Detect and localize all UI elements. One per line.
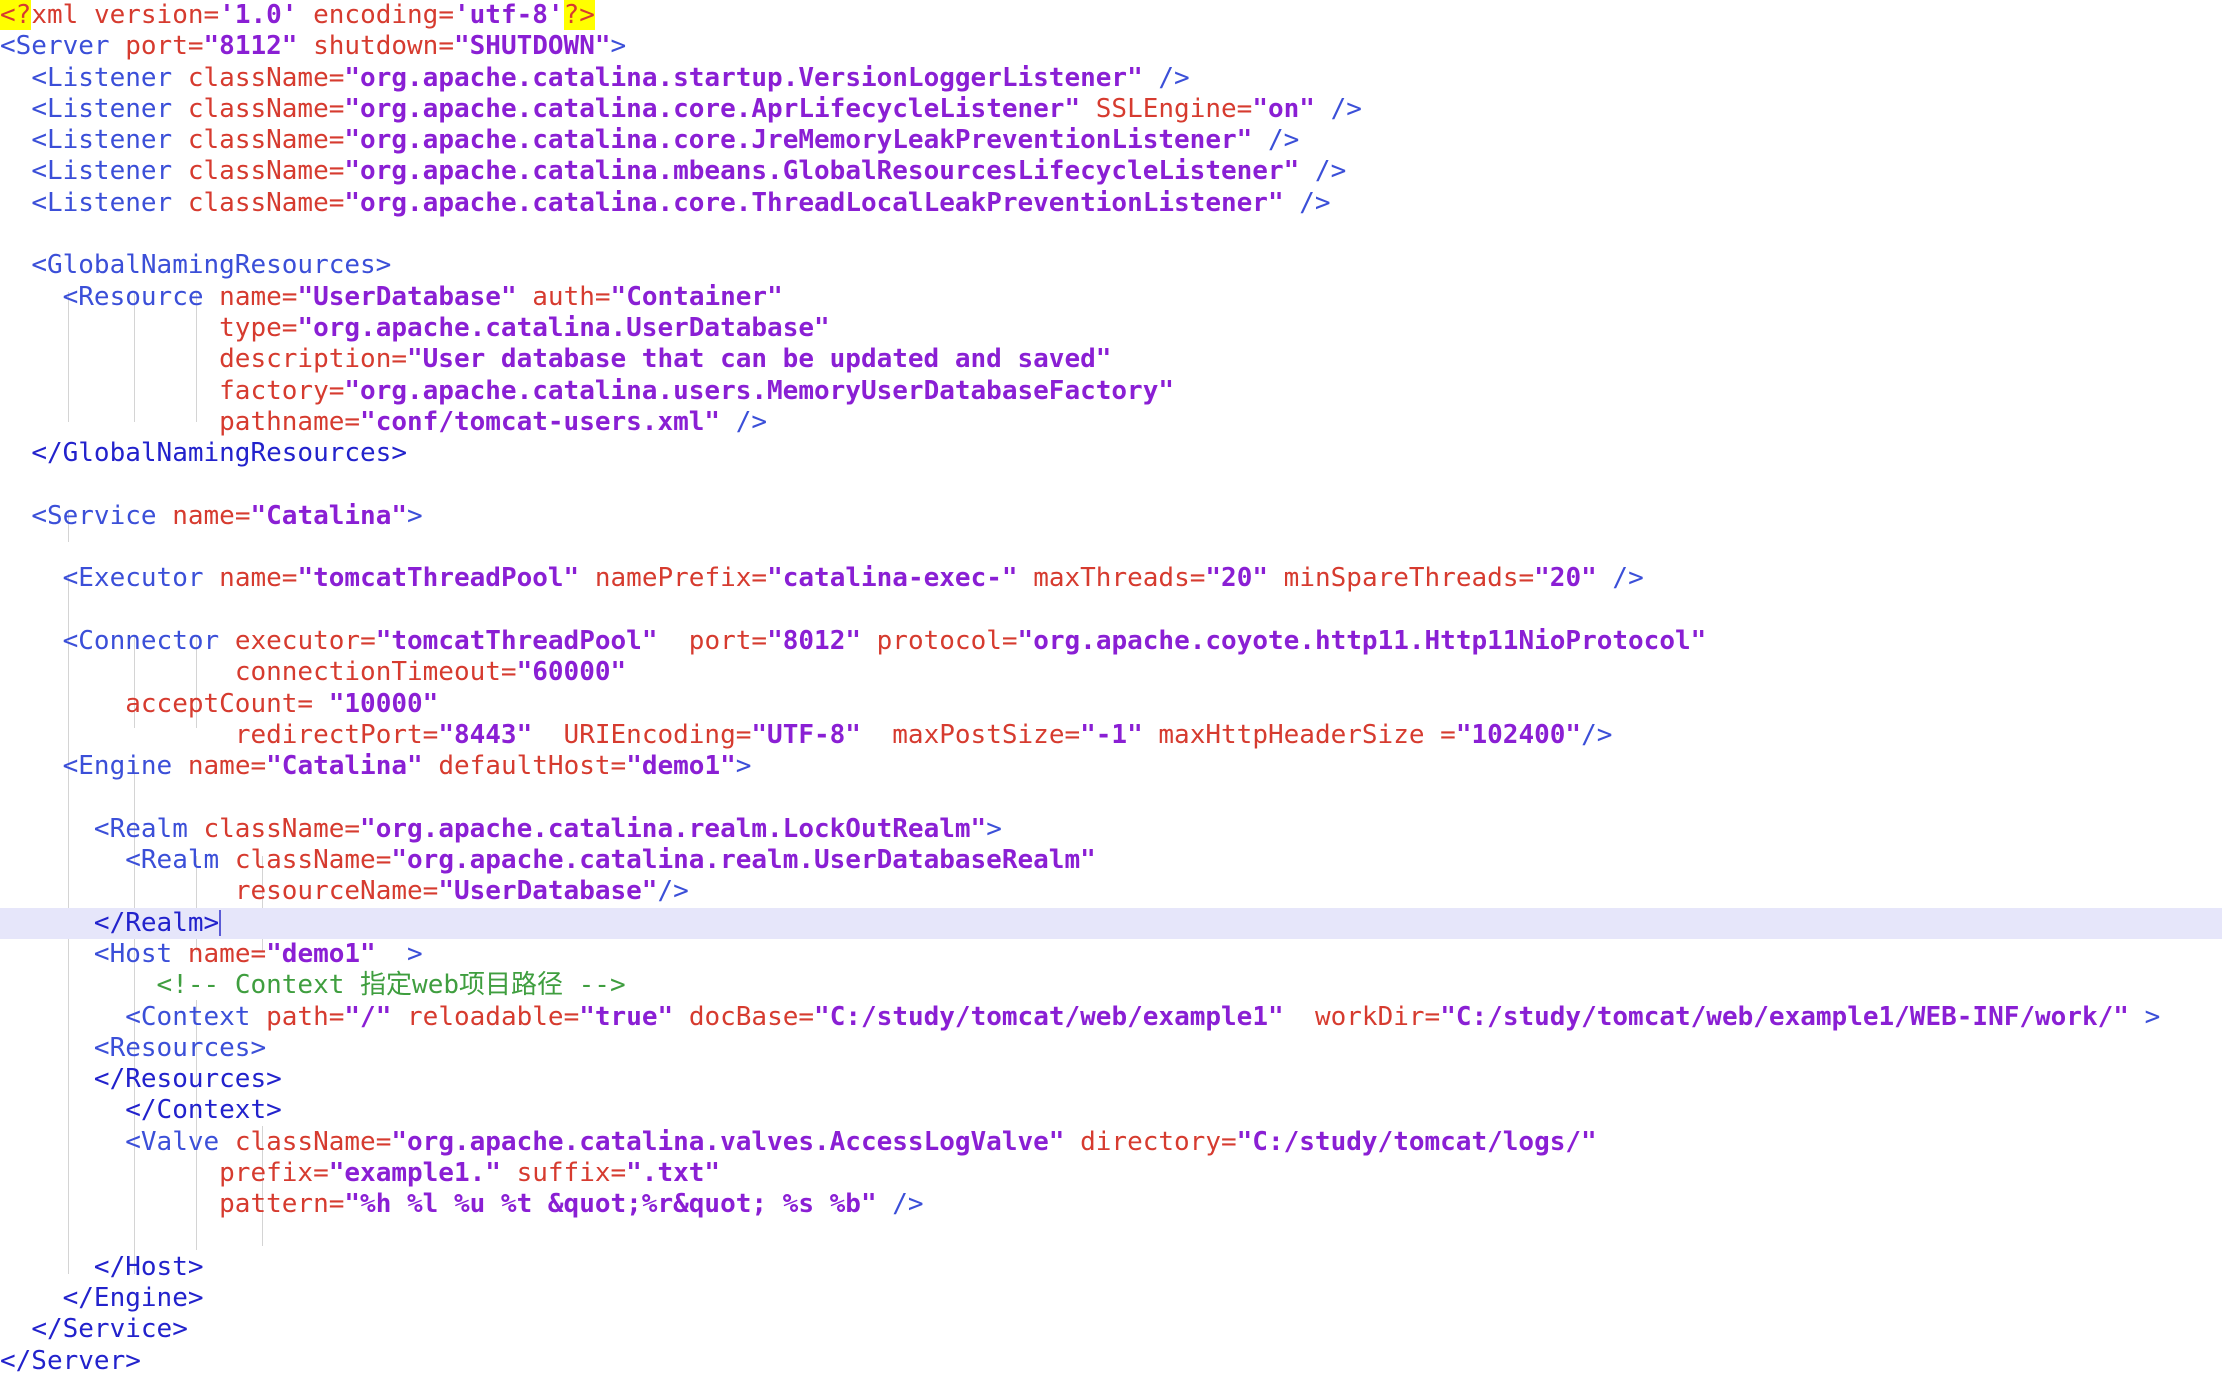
code-line-8[interactable]: <GlobalNamingResources>	[0, 250, 2222, 281]
code-line-17[interactable]	[0, 532, 2222, 563]
code-line-23[interactable]: redirectPort="8443" URIEncoding="UTF-8" …	[0, 720, 2222, 751]
code-line-7[interactable]	[0, 219, 2222, 250]
code-line-11[interactable]: description="User database that can be u…	[0, 344, 2222, 375]
code-line-text: <Realm className="org.apache.catalina.re…	[93, 813, 1002, 844]
code-line-14[interactable]: </GlobalNamingResources>	[0, 438, 2222, 469]
code-line-39[interactable]	[0, 1221, 2222, 1252]
code-line-text: </Context>	[125, 1095, 282, 1126]
code-line-29[interactable]: </Realm>	[0, 907, 2222, 939]
code-line-text: </Engine>	[62, 1283, 204, 1314]
code-line-text: redirectPort="8443" URIEncoding="UTF-8" …	[234, 719, 1613, 750]
code-line-text: </Realm>	[93, 907, 220, 938]
code-line-text: <Listener className="org.apache.catalina…	[31, 156, 1347, 187]
code-line-text: <Server port="8112" shutdown="SHUTDOWN">	[0, 31, 627, 62]
code-line-text: connectionTimeout="60000"	[234, 657, 627, 688]
code-line-33[interactable]: <Resources>	[0, 1033, 2222, 1064]
code-line-text: pathname="conf/tomcat-users.xml" />	[219, 406, 768, 437]
code-line-26[interactable]: <Realm className="org.apache.catalina.re…	[0, 814, 2222, 845]
code-line-text: <!-- Context 指定web项目路径 -->	[156, 970, 626, 1001]
code-line-42[interactable]: </Service>	[0, 1314, 2222, 1345]
code-line-22[interactable]: acceptCount= "10000"	[0, 689, 2222, 720]
code-line-37[interactable]: prefix="example1." suffix=".txt"	[0, 1158, 2222, 1189]
code-line-text: type="org.apache.catalina.UserDatabase"	[219, 312, 830, 343]
code-line-text: </Host>	[93, 1251, 204, 1282]
code-line-text: <Listener className="org.apache.catalina…	[31, 125, 1300, 156]
code-line-text: <Context path="/" reloadable="true" docB…	[125, 1001, 2161, 1032]
code-line-12[interactable]: factory="org.apache.catalina.users.Memor…	[0, 376, 2222, 407]
code-line-15[interactable]	[0, 469, 2222, 500]
code-line-text: </GlobalNamingResources>	[31, 438, 407, 469]
code-line-text: pattern="%h %l %u %t &quot;%r&quot; %s %…	[219, 1189, 924, 1220]
code-line-16[interactable]: <Service name="Catalina">	[0, 501, 2222, 532]
code-line-text: description="User database that can be u…	[219, 344, 1112, 375]
code-line-text: <?xml version='1.0' encoding='utf-8'?>	[0, 0, 595, 30]
xml-code-editor[interactable]: <?xml version='1.0' encoding='utf-8'?> <S…	[0, 0, 2222, 1376]
code-line-6[interactable]: <Listener className="org.apache.catalina…	[0, 188, 2222, 219]
code-line-3[interactable]: <Listener className="org.apache.catalina…	[0, 94, 2222, 125]
code-line-32[interactable]: <Context path="/" reloadable="true" docB…	[0, 1002, 2222, 1033]
code-line-20[interactable]: <Connector executor="tomcatThreadPool" p…	[0, 626, 2222, 657]
code-line-13[interactable]: pathname="conf/tomcat-users.xml" />	[0, 407, 2222, 438]
code-line-text: <Listener className="org.apache.catalina…	[31, 187, 1331, 218]
code-line-30[interactable]: <Host name="demo1" >	[0, 939, 2222, 970]
code-line-0[interactable]: <?xml version='1.0' encoding='utf-8'?>	[0, 0, 2222, 31]
code-line-text: <GlobalNamingResources>	[31, 250, 392, 281]
code-line-text: <Realm className="org.apache.catalina.re…	[125, 845, 1096, 876]
code-line-31[interactable]: <!-- Context 指定web项目路径 -->	[0, 970, 2222, 1001]
code-line-1[interactable]: <Server port="8112" shutdown="SHUTDOWN">	[0, 31, 2222, 62]
code-line-4[interactable]: <Listener className="org.apache.catalina…	[0, 125, 2222, 156]
code-line-text: </Server>	[0, 1345, 141, 1376]
code-line-text: <Connector executor="tomcatThreadPool" p…	[62, 625, 1707, 656]
code-line-34[interactable]: </Resources>	[0, 1064, 2222, 1095]
code-line-5[interactable]: <Listener className="org.apache.catalina…	[0, 156, 2222, 187]
code-line-text: <Service name="Catalina">	[31, 500, 423, 531]
code-line-9[interactable]: <Resource name="UserDatabase" auth="Cont…	[0, 282, 2222, 313]
code-line-text: </Service>	[31, 1314, 188, 1345]
text-caret	[219, 909, 222, 936]
code-line-text: <Resource name="UserDatabase" auth="Cont…	[62, 281, 783, 312]
code-line-text: <Listener className="org.apache.catalina…	[31, 93, 1362, 124]
code-line-18[interactable]: <Executor name="tomcatThreadPool" namePr…	[0, 563, 2222, 594]
code-line-38[interactable]: pattern="%h %l %u %t &quot;%r&quot; %s %…	[0, 1189, 2222, 1220]
code-line-41[interactable]: </Engine>	[0, 1283, 2222, 1314]
code-line-43[interactable]: </Server>	[0, 1346, 2222, 1377]
code-line-text: <Executor name="tomcatThreadPool" namePr…	[62, 563, 1644, 594]
code-line-25[interactable]	[0, 782, 2222, 813]
code-line-35[interactable]: </Context>	[0, 1095, 2222, 1126]
code-line-text: factory="org.apache.catalina.users.Memor…	[219, 375, 1175, 406]
code-line-text: </Resources>	[93, 1064, 282, 1095]
code-line-text: acceptCount= "10000"	[125, 688, 439, 719]
code-line-36[interactable]: <Valve className="org.apache.catalina.va…	[0, 1127, 2222, 1158]
code-line-19[interactable]	[0, 595, 2222, 626]
code-line-text: resourceName="UserDatabase"/>	[234, 876, 689, 907]
code-line-21[interactable]: connectionTimeout="60000"	[0, 657, 2222, 688]
code-line-24[interactable]: <Engine name="Catalina" defaultHost="dem…	[0, 751, 2222, 782]
code-line-text: prefix="example1." suffix=".txt"	[219, 1157, 721, 1188]
code-line-text: <Host name="demo1" >	[93, 938, 423, 969]
code-line-2[interactable]: <Listener className="org.apache.catalina…	[0, 63, 2222, 94]
code-surface[interactable]: <?xml version='1.0' encoding='utf-8'?> <S…	[0, 0, 2222, 1377]
code-line-text: <Valve className="org.apache.catalina.va…	[125, 1126, 1597, 1157]
code-line-text: <Engine name="Catalina" defaultHost="dem…	[62, 751, 752, 782]
code-line-28[interactable]: resourceName="UserDatabase"/>	[0, 876, 2222, 907]
code-line-27[interactable]: <Realm className="org.apache.catalina.re…	[0, 845, 2222, 876]
code-line-text: <Listener className="org.apache.catalina…	[31, 62, 1190, 93]
code-line-40[interactable]: </Host>	[0, 1252, 2222, 1283]
code-line-text: <Resources>	[93, 1032, 267, 1063]
code-line-10[interactable]: type="org.apache.catalina.UserDatabase"	[0, 313, 2222, 344]
